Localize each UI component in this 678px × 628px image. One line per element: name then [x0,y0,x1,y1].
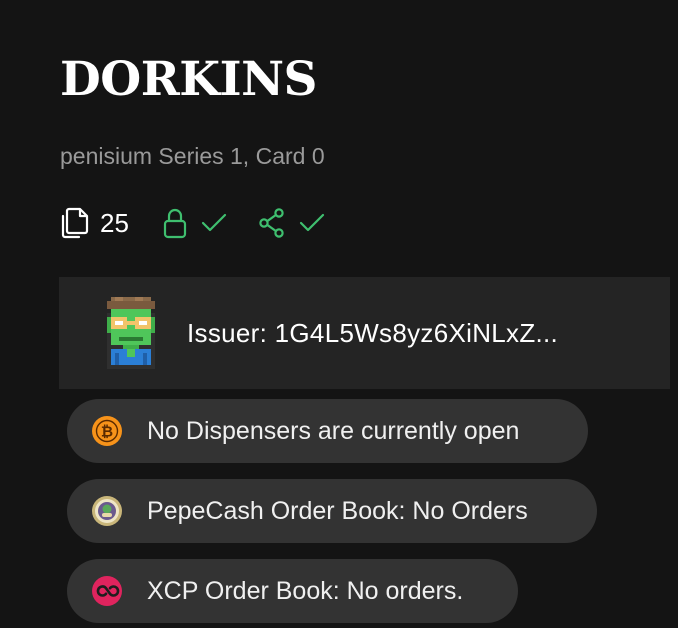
issuer-card[interactable]: Issuer: 1G4L5Ws8yz6XiNLxZ... [59,277,670,389]
copies-stat: 25 [60,206,129,240]
copies-icon [60,206,90,240]
pepecash-orderbook[interactable]: PepeCash Order Book: No Orders [67,479,597,543]
lock-icon [163,207,187,239]
divisible-stat [259,208,325,238]
xcp-icon [89,573,125,609]
dispensers-label: No Dispensers are currently open [147,416,520,445]
check-icon [299,213,325,233]
pepecash-icon [89,493,125,529]
bitcoin-icon: ₿ [89,413,125,449]
share-icon [259,208,285,238]
check-icon [201,213,227,233]
svg-text:₿: ₿ [101,423,113,441]
xcp-orderbook[interactable]: XCP Order Book: No orders. [67,559,518,623]
copies-count: 25 [100,207,129,238]
locked-stat [163,207,227,239]
pepecash-orderbook-label: PepeCash Order Book: No Orders [147,496,528,525]
avatar [99,297,163,369]
dispensers-status[interactable]: ₿ No Dispensers are currently open [67,399,588,463]
asset-subtitle: penisium Series 1, Card 0 [60,143,325,169]
xcp-orderbook-label: XCP Order Book: No orders. [147,576,464,605]
issuer-address[interactable]: Issuer: 1G4L5Ws8yz6XiNLxZ... [187,318,637,349]
asset-stats: 25 [60,203,325,243]
asset-title: DORKINS [60,52,318,107]
